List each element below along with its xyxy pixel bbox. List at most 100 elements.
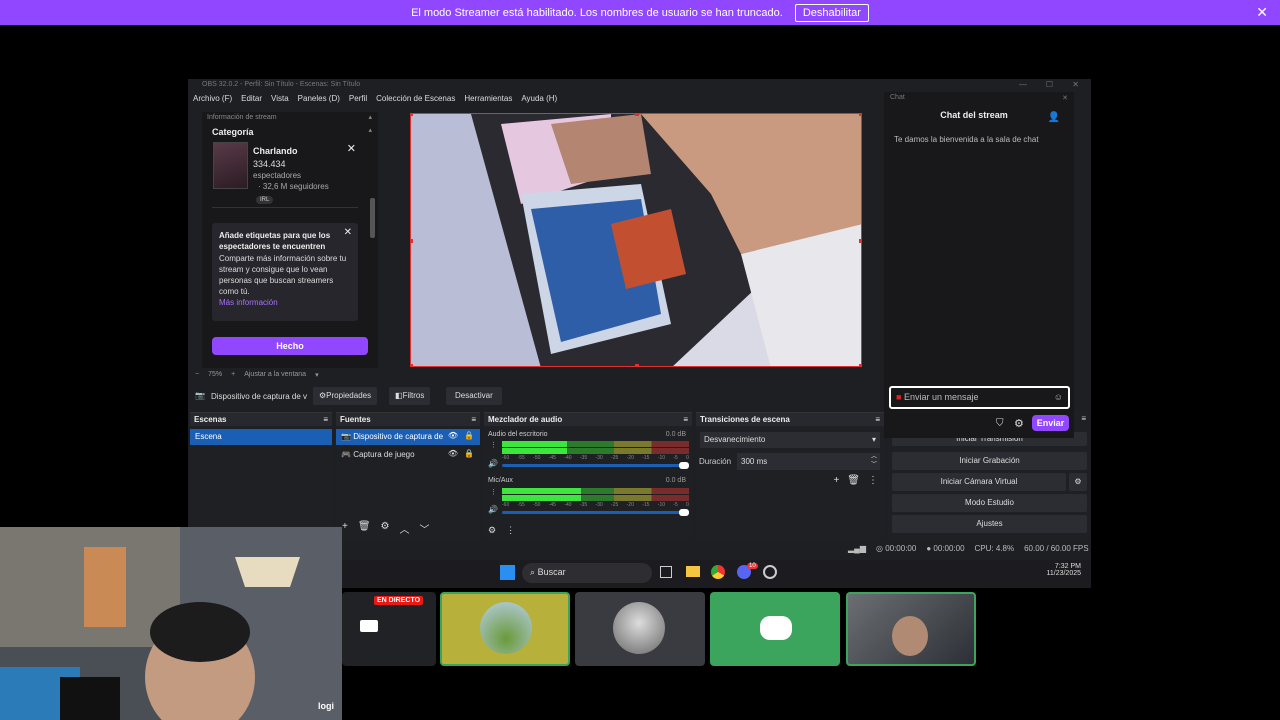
menu-docks[interactable]: Paneles (D) [298, 94, 340, 108]
dock-options-icon[interactable]: ≡ [471, 415, 476, 424]
zoom-out-icon[interactable]: − [195, 371, 199, 379]
call-tile-participant[interactable] [440, 592, 570, 666]
trash-icon[interactable]: 🗑 [847, 475, 860, 486]
dock-options-icon[interactable]: ≡ [1081, 414, 1086, 423]
close-tip-icon[interactable]: ✕ [344, 227, 352, 238]
gear-icon[interactable]: ⚙ [381, 521, 390, 536]
kebab-menu-icon[interactable]: ⋮ [506, 525, 515, 536]
users-icon[interactable]: 👤 [1048, 112, 1060, 123]
speaker-icon[interactable]: 🔊 [488, 459, 498, 468]
start-recording-button[interactable]: Iniciar Grabación [892, 452, 1087, 470]
dock-options-icon[interactable]: ≡ [323, 415, 328, 424]
folder-icon[interactable] [686, 566, 700, 577]
menu-profile[interactable]: Perfil [349, 94, 367, 108]
minimize-icon[interactable]: — [1019, 80, 1027, 89]
zoom-dropdown-icon[interactable]: ▾ [315, 371, 319, 379]
shield-icon[interactable]: ⛉ [996, 418, 1004, 429]
close-window-icon[interactable]: ✕ [1072, 80, 1079, 89]
menu-tools[interactable]: Herramientas [464, 94, 512, 108]
lock-icon[interactable]: 🔒 [464, 449, 474, 458]
menu-view[interactable]: Vista [271, 94, 289, 108]
kebab-menu-icon[interactable]: ⋮ [868, 475, 878, 486]
maximize-icon[interactable]: ☐ [1046, 80, 1053, 89]
settings-button[interactable]: Ajustes [892, 515, 1087, 533]
move-down-icon[interactable]: ﹀ [420, 521, 430, 536]
chat-input[interactable]: ■ Enviar un mensaje ☺ [889, 386, 1070, 409]
volume-slider[interactable] [502, 462, 689, 469]
info-scrollbar[interactable] [370, 198, 375, 238]
scene-item[interactable]: Escena [190, 429, 332, 445]
resize-handle[interactable] [635, 114, 639, 116]
properties-button[interactable]: ⚙Propiedades [313, 387, 378, 405]
tip-link[interactable]: Más información [219, 298, 351, 307]
resize-handle[interactable] [411, 114, 413, 116]
zoom-in-icon[interactable]: + [231, 371, 235, 379]
chrome-icon[interactable] [711, 565, 725, 579]
preview-canvas[interactable] [410, 113, 862, 367]
resize-handle[interactable] [635, 364, 639, 366]
call-tile-discord[interactable] [710, 592, 840, 666]
close-icon[interactable]: ✕ [1062, 94, 1068, 102]
advanced-audio-icon[interactable]: ⚙ [488, 525, 496, 536]
transition-select[interactable]: Desvanecimiento ▾ [700, 432, 880, 448]
visibility-icon[interactable]: 👁 [448, 449, 458, 458]
collapse-icon[interactable]: ▴ [368, 113, 372, 121]
menu-scene-collection[interactable]: Colección de Escenas [376, 94, 455, 108]
visibility-icon[interactable]: 👁 [448, 431, 458, 440]
source-item[interactable]: 📷 Dispositivo de captura de 👁 🔒 [336, 429, 480, 445]
resize-handle[interactable] [859, 364, 861, 366]
emote-icon[interactable]: ☺ [1054, 392, 1063, 402]
resize-handle[interactable] [411, 364, 413, 366]
menu-file[interactable]: Archivo (F) [193, 94, 232, 108]
channel-menu-icon[interactable]: ⋮ [490, 488, 497, 496]
search-box[interactable]: ⌕ Buscar [522, 563, 652, 583]
send-button[interactable]: Enviar [1032, 415, 1069, 431]
call-tile-participant[interactable] [575, 592, 705, 666]
source-item[interactable]: 🎮 Captura de juego 👁 🔒 [336, 447, 480, 463]
call-tile-live[interactable]: EN DIRECTO [342, 592, 436, 666]
resize-handle[interactable] [859, 114, 861, 116]
studio-mode-button[interactable]: Modo Estudio [892, 494, 1087, 512]
gear-icon[interactable]: ⚙ [1014, 417, 1024, 430]
stepper-icon[interactable]: ︿ ﹀ [871, 453, 877, 469]
menu-edit[interactable]: Editar [241, 94, 262, 108]
disable-streamer-mode-button[interactable]: Deshabilitar [794, 3, 869, 22]
category-card[interactable]: Charlando 334.434 espectadores · 32,6 M … [212, 140, 358, 208]
slider-thumb[interactable] [679, 509, 689, 516]
windows-start-icon[interactable] [500, 565, 515, 580]
stream-time: 00:00:00 [885, 544, 917, 553]
duration-input[interactable]: 300 ms ︿ ﹀ [737, 453, 880, 470]
start-virtual-camera-button[interactable]: Iniciar Cámara Virtual [892, 473, 1066, 491]
move-up-icon[interactable]: ︿ [400, 521, 410, 536]
add-transition-icon[interactable]: + [833, 475, 839, 486]
add-source-icon[interactable]: + [342, 521, 348, 536]
dock-options-icon[interactable]: ≡ [875, 415, 880, 424]
remove-category-icon[interactable]: ✕ [347, 142, 356, 155]
scale-tick: -45 [548, 502, 556, 508]
channel-menu-icon[interactable]: ⋮ [490, 441, 497, 449]
category-label: Categoría [212, 127, 254, 137]
collapse-category-icon[interactable]: ▴ [368, 126, 372, 134]
slider-thumb[interactable] [679, 462, 689, 469]
clock[interactable]: 7:32 PM 11/23/2025 [1046, 563, 1081, 577]
tag-irl[interactable]: IRL [256, 196, 274, 204]
speaker-icon[interactable]: 🔊 [488, 505, 498, 514]
filters-button[interactable]: ◧Filtros [389, 387, 431, 405]
menu-help[interactable]: Ayuda (H) [521, 94, 557, 108]
volume-slider[interactable] [502, 509, 689, 516]
done-button[interactable]: Hecho [212, 337, 368, 355]
deactivate-button[interactable]: Desactivar [446, 387, 502, 405]
tip-body: Comparte más información sobre tu stream… [219, 254, 347, 296]
resize-handle[interactable] [411, 239, 413, 243]
date: 11/23/2025 [1046, 570, 1081, 577]
task-view-icon[interactable] [660, 566, 672, 578]
obs-icon[interactable] [763, 565, 777, 579]
call-tile-camera[interactable] [846, 592, 976, 666]
fit-window-button[interactable]: Ajustar a la ventana [244, 371, 306, 379]
dock-options-icon[interactable]: ≡ [683, 415, 688, 424]
close-icon[interactable]: ✕ [1256, 4, 1268, 21]
lock-icon[interactable]: 🔒 [464, 431, 474, 440]
resize-handle[interactable] [859, 239, 861, 243]
trash-icon[interactable]: 🗑 [358, 521, 371, 536]
gear-icon[interactable]: ⚙ [1069, 473, 1087, 491]
